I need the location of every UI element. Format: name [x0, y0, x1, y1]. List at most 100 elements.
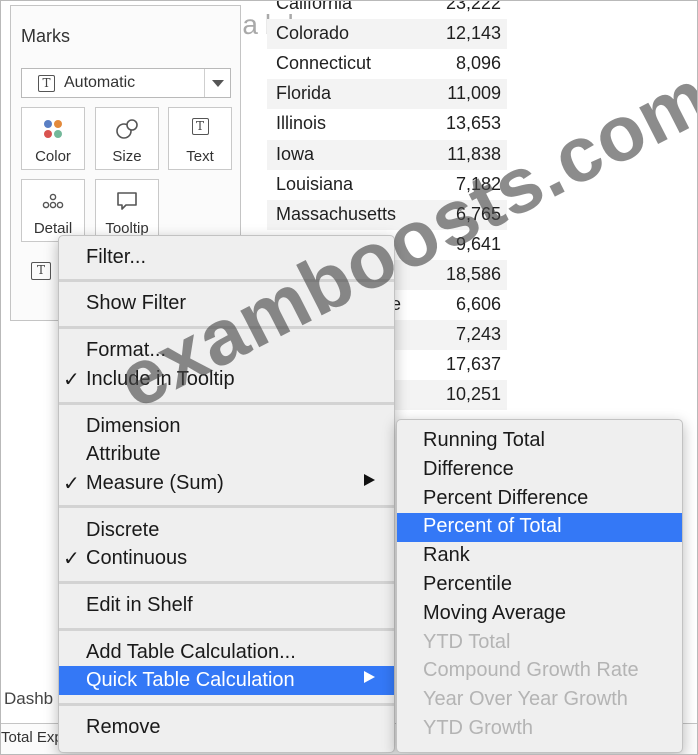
submenu-item-percentile[interactable]: Percentile	[397, 571, 682, 600]
text-pill[interactable]: T	[31, 262, 51, 280]
menu-separator	[59, 326, 394, 329]
table-row: Connecticut 8,096	[267, 49, 507, 79]
submenu-item-ytd-growth: YTD Growth	[397, 715, 682, 744]
state-value: 11,838	[447, 143, 501, 164]
table-row: Louisiana 7,182	[267, 170, 507, 200]
submenu-item-percent-difference[interactable]: Percent Difference	[397, 485, 682, 514]
submenu-item-year-over-year-growth: Year Over Year Growth	[397, 686, 682, 715]
dashboard-tab[interactable]: Dashb	[4, 689, 53, 709]
submenu-item-label: Percent Difference	[423, 486, 589, 509]
tooltip-button[interactable]: Tooltip	[95, 179, 159, 242]
submenu-item-percent-of-total[interactable]: Percent of Total	[397, 513, 682, 543]
size-label: Size	[112, 148, 142, 165]
submenu-item-label: Difference	[423, 457, 514, 480]
state-value: 10,251	[445, 384, 501, 405]
menu-separator	[59, 703, 394, 706]
submenu-item-moving-average[interactable]: Moving Average	[397, 600, 682, 629]
state-value: 7,243	[455, 324, 501, 345]
menu-item-continuous[interactable]: ✓ Continuous	[59, 544, 394, 573]
menu-item-remove[interactable]: Remove	[59, 713, 394, 742]
menu-item-label: Quick Table Calculation	[86, 669, 295, 691]
state-value: 9,641	[455, 233, 501, 254]
state-name: Colorado	[276, 23, 350, 44]
submenu-item-running-total[interactable]: Running Total	[397, 427, 682, 456]
menu-item-attribute[interactable]: Attribute	[59, 440, 394, 469]
table-row: Florida 11,009	[267, 79, 507, 110]
menu-item-measure-sum[interactable]: ✓ Measure (Sum)	[59, 469, 394, 498]
menu-item-label: Remove	[86, 716, 161, 738]
table-row: Colorado 12,143	[267, 19, 507, 50]
mark-type-dropdown[interactable]: T Automatic	[21, 68, 231, 98]
menu-item-show-filter[interactable]: Show Filter	[59, 289, 394, 318]
menu-item-quick-table-calculation[interactable]: Quick Table Calculation	[59, 666, 394, 695]
submenu-item-label: Moving Average	[423, 601, 567, 624]
table-row: California 23,222	[267, 0, 507, 19]
menu-item-discrete[interactable]: Discrete	[59, 516, 394, 545]
table-row: Massachusetts 6,765	[267, 199, 507, 230]
text-label: Text	[186, 148, 214, 165]
detail-button[interactable]: Detail	[21, 179, 85, 242]
menu-item-edit-in-shelf[interactable]: Edit in Shelf	[59, 591, 394, 620]
state-value: 18,586	[445, 263, 501, 284]
state-value: 13,653	[445, 113, 501, 134]
menu-item-include-in-tooltip[interactable]: ✓ Include in Tooltip	[59, 365, 394, 394]
state-name: California	[276, 0, 353, 13]
submenu-item-label: Year Over Year Growth	[423, 688, 628, 711]
menu-item-dimension[interactable]: Dimension	[59, 412, 394, 441]
chevron-down-icon[interactable]	[204, 69, 230, 97]
menu-separator	[59, 279, 394, 282]
submenu-item-label: Percentile	[423, 573, 512, 595]
submenu-arrow-icon	[364, 474, 375, 486]
submenu-item-label: YTD Growth	[423, 717, 534, 739]
menu-item-format[interactable]: Format...	[59, 336, 394, 365]
state-name: Florida	[276, 83, 332, 104]
menu-separator	[59, 402, 394, 405]
check-icon: ✓	[63, 473, 80, 495]
menu-item-label: Continuous	[86, 547, 188, 569]
menu-item-add-table-calculation[interactable]: Add Table Calculation...	[59, 638, 394, 667]
state-name: Connecticut	[276, 53, 372, 74]
menu-item-label: Discrete	[86, 519, 160, 541]
state-value: 8,096	[455, 53, 501, 74]
submenu-item-label: Percent of Total	[423, 515, 562, 538]
submenu-item-ytd-total: YTD Total	[397, 629, 682, 658]
color-button[interactable]: Color	[21, 107, 85, 170]
menu-item-label: Dimension	[86, 415, 181, 437]
detail-icon	[42, 193, 64, 209]
mark-type-label: Automatic	[64, 74, 136, 91]
submenu-item-rank[interactable]: Rank	[397, 542, 682, 571]
menu-item-label: Add Table Calculation...	[86, 641, 296, 663]
menu-item-label: Include in Tooltip	[86, 368, 235, 390]
size-button[interactable]: Size	[95, 107, 159, 170]
state-name: Iowa	[276, 143, 315, 164]
field-context-menu: Filter... Show Filter Format... ✓ Include in…	[58, 235, 395, 753]
submenu-item-label: YTD Total	[423, 630, 511, 653]
menu-item-label: Measure (Sum)	[86, 472, 224, 494]
state-value: 17,637	[445, 354, 501, 375]
submenu-item-compound-growth-rate: Compound Growth Rate	[397, 657, 682, 686]
menu-item-filter[interactable]: Filter...	[59, 243, 394, 272]
text-icon: T	[191, 118, 209, 135]
menu-item-label: Filter...	[86, 246, 147, 268]
state-value: 6,606	[455, 294, 501, 314]
check-icon: ✓	[63, 548, 80, 570]
check-icon: ✓	[63, 369, 80, 391]
size-icon	[116, 119, 138, 139]
state-value: 11,009	[447, 83, 501, 104]
menu-item-label: Format...	[86, 339, 167, 361]
state-value: 12,143	[445, 23, 501, 44]
menu-item-label: Attribute	[86, 443, 161, 465]
state-value: 7,182	[455, 173, 501, 194]
marks-title: Marks	[21, 26, 70, 46]
menu-item-label: Edit in Shelf	[86, 594, 193, 616]
tooltip-icon	[117, 192, 137, 210]
state-value: 6,765	[455, 203, 501, 224]
menu-separator	[59, 505, 394, 508]
color-icon	[44, 120, 62, 138]
text-button[interactable]: T Text	[168, 107, 232, 170]
menu-item-label: Show Filter	[86, 292, 187, 314]
state-name: Massachusetts	[276, 203, 397, 224]
quick-table-calculation-submenu: Running Total Difference Percent Differenc…	[396, 419, 683, 753]
text-mark-icon: T	[38, 74, 55, 92]
submenu-item-difference[interactable]: Difference	[397, 456, 682, 485]
